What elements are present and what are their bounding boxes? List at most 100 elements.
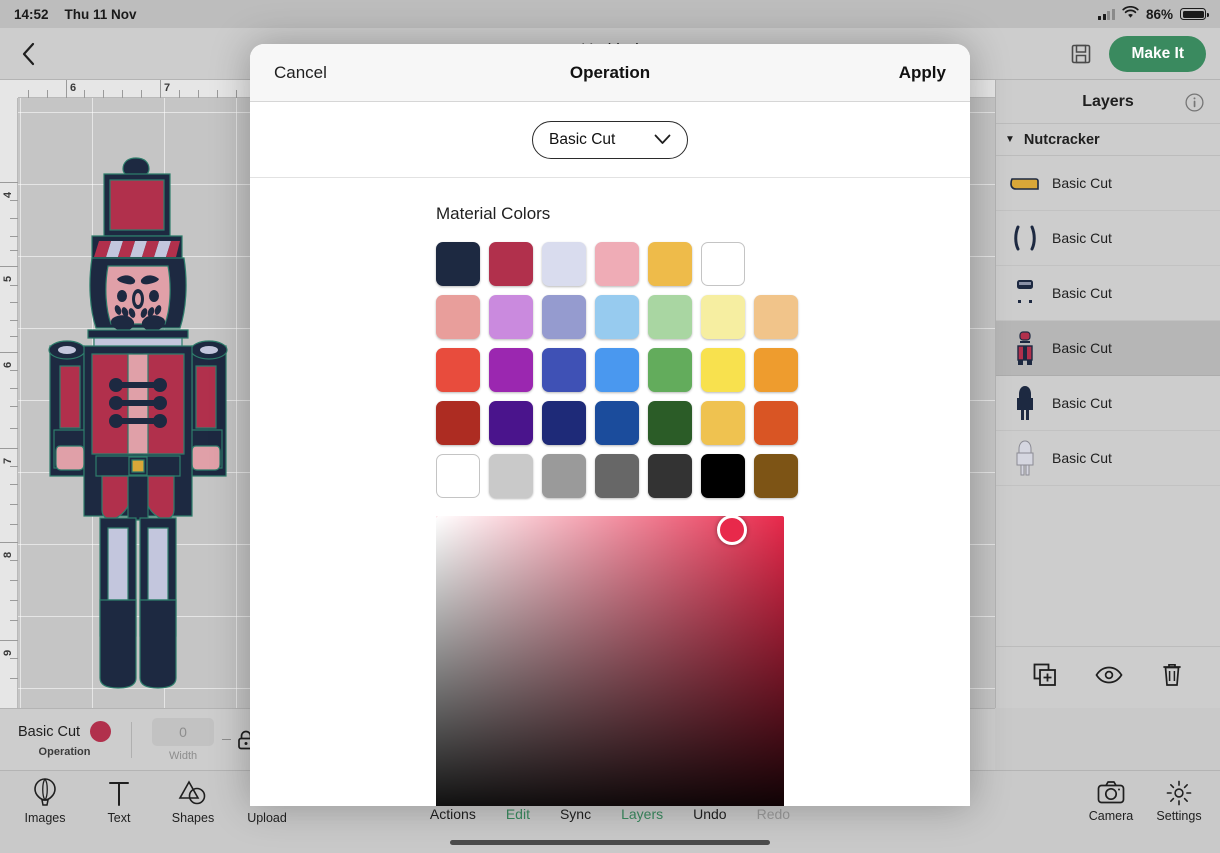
- nav-redo-button: Redo: [756, 806, 791, 822]
- status-bar-right: 86%: [1098, 5, 1209, 22]
- material-color-swatch[interactable]: [542, 295, 586, 339]
- nutcracker-artwork[interactable]: [18, 150, 258, 708]
- layer-label: Basic Cut: [1052, 230, 1112, 246]
- eye-visibility-icon: [1095, 666, 1123, 684]
- layers-panel-header: Layers: [996, 80, 1220, 124]
- duplicate-layer-button[interactable]: [1033, 663, 1057, 692]
- material-color-swatch[interactable]: [701, 348, 745, 392]
- material-color-swatch[interactable]: [436, 401, 480, 445]
- material-color-swatch[interactable]: [436, 242, 480, 286]
- operation-modal: Cancel Operation Apply Basic Cut Materia…: [250, 44, 970, 806]
- layer-row[interactable]: Basic Cut: [996, 156, 1220, 211]
- material-color-swatch[interactable]: [701, 242, 745, 286]
- material-color-swatch[interactable]: [436, 348, 480, 392]
- color-picker-handle[interactable]: [716, 516, 747, 545]
- layers-panel: Layers ▼ Nutcracker Basic Cut Basic Cut …: [995, 80, 1220, 708]
- material-color-swatch[interactable]: [489, 401, 533, 445]
- layer-row[interactable]: Basic Cut: [996, 431, 1220, 486]
- layer-group-nutcracker[interactable]: ▼ Nutcracker: [996, 124, 1220, 156]
- layer-row[interactable]: Basic Cut: [996, 321, 1220, 376]
- layers-footer-toolbar: [996, 646, 1220, 708]
- material-color-swatch[interactable]: [542, 454, 586, 498]
- ruler-v-label: 7: [2, 457, 14, 464]
- nav-layers-button[interactable]: Layers: [621, 806, 663, 822]
- nav-label: Camera: [1088, 809, 1134, 823]
- toggle-visibility-button[interactable]: [1095, 666, 1123, 689]
- status-bar: 14:52 Thu 11 Nov 86%: [0, 0, 1220, 28]
- layer-row[interactable]: Basic Cut: [996, 376, 1220, 431]
- material-color-swatch[interactable]: [754, 454, 798, 498]
- material-color-swatch[interactable]: [648, 242, 692, 286]
- info-circle-icon[interactable]: [1185, 93, 1204, 117]
- material-color-swatch[interactable]: [754, 348, 798, 392]
- material-color-swatch[interactable]: [648, 348, 692, 392]
- material-color-swatch[interactable]: [489, 348, 533, 392]
- nav-edit-button[interactable]: Edit: [506, 806, 530, 822]
- material-color-swatch[interactable]: [701, 401, 745, 445]
- nav-text-button[interactable]: Text: [92, 778, 146, 825]
- material-color-swatch[interactable]: [648, 401, 692, 445]
- material-color-swatch[interactable]: [701, 295, 745, 339]
- material-color-swatch[interactable]: [542, 242, 586, 286]
- operation-value-row[interactable]: Basic Cut: [18, 721, 112, 742]
- caret-down-icon[interactable]: ▼: [1005, 134, 1015, 145]
- material-color-swatch[interactable]: [701, 454, 745, 498]
- material-color-swatch[interactable]: [754, 401, 798, 445]
- material-color-swatch[interactable]: [648, 295, 692, 339]
- material-color-grid: [250, 242, 970, 498]
- width-property[interactable]: 0 Width: [152, 717, 215, 762]
- navy-hat-thumb: [1010, 274, 1040, 312]
- lavender-figure-thumb: [1010, 439, 1040, 477]
- material-color-row: [436, 454, 970, 498]
- nav-settings-button[interactable]: Settings: [1152, 780, 1206, 823]
- nav-images-button[interactable]: Images: [18, 778, 72, 825]
- material-color-swatch[interactable]: [648, 454, 692, 498]
- material-color-row: [436, 401, 970, 445]
- material-color-swatch[interactable]: [489, 242, 533, 286]
- material-color-swatch[interactable]: [595, 454, 639, 498]
- vertical-ruler: 4 5 6 7 8 9: [0, 80, 18, 708]
- material-color-row: [436, 348, 970, 392]
- property-divider: [131, 721, 133, 758]
- nav-shapes-button[interactable]: Shapes: [166, 778, 220, 825]
- material-color-swatch[interactable]: [489, 295, 533, 339]
- layer-label: Basic Cut: [1052, 450, 1112, 466]
- material-color-swatch[interactable]: [436, 295, 480, 339]
- battery-percent-label: 86%: [1145, 6, 1173, 22]
- width-input[interactable]: 0: [152, 717, 215, 746]
- operation-dropdown[interactable]: Basic Cut: [532, 120, 688, 159]
- material-color-swatch[interactable]: [489, 454, 533, 498]
- material-color-swatch[interactable]: [542, 348, 586, 392]
- nav-undo-button[interactable]: Undo: [693, 806, 726, 822]
- bottom-nav-right: Camera Settings: [1084, 780, 1220, 823]
- material-color-swatch[interactable]: [542, 401, 586, 445]
- navy-arms-thumb: [1010, 219, 1040, 257]
- operation-property[interactable]: Basic Cut Operation: [18, 721, 112, 758]
- nav-camera-button[interactable]: Camera: [1084, 780, 1138, 823]
- operation-color-swatch[interactable]: [90, 721, 112, 742]
- status-date: Thu 11 Nov: [64, 6, 137, 22]
- nav-actions-button[interactable]: Actions: [430, 806, 476, 822]
- ruler-v-label: 4: [2, 191, 14, 198]
- material-color-swatch[interactable]: [754, 295, 798, 339]
- delete-layer-button[interactable]: [1161, 663, 1183, 692]
- ruler-h-label: 6: [70, 82, 77, 94]
- layer-label: Basic Cut: [1052, 175, 1112, 191]
- material-color-swatch[interactable]: [595, 401, 639, 445]
- material-color-row: [436, 295, 970, 339]
- home-indicator: [450, 840, 770, 845]
- operation-label: Operation: [38, 746, 91, 758]
- navy-figure-thumb: [1010, 384, 1040, 422]
- material-color-swatch[interactable]: [595, 295, 639, 339]
- material-color-swatch[interactable]: [595, 348, 639, 392]
- color-picker-area[interactable]: [436, 516, 784, 806]
- layer-row[interactable]: Basic Cut: [996, 211, 1220, 266]
- nav-label: Settings: [1156, 809, 1202, 823]
- material-color-swatch[interactable]: [595, 242, 639, 286]
- layer-row[interactable]: Basic Cut: [996, 266, 1220, 321]
- battery-icon: [1180, 8, 1209, 20]
- status-bar-left: 14:52 Thu 11 Nov: [14, 7, 137, 22]
- ruler-v-label: 8: [2, 551, 14, 558]
- material-color-swatch[interactable]: [436, 454, 480, 498]
- nav-sync-button[interactable]: Sync: [560, 806, 591, 822]
